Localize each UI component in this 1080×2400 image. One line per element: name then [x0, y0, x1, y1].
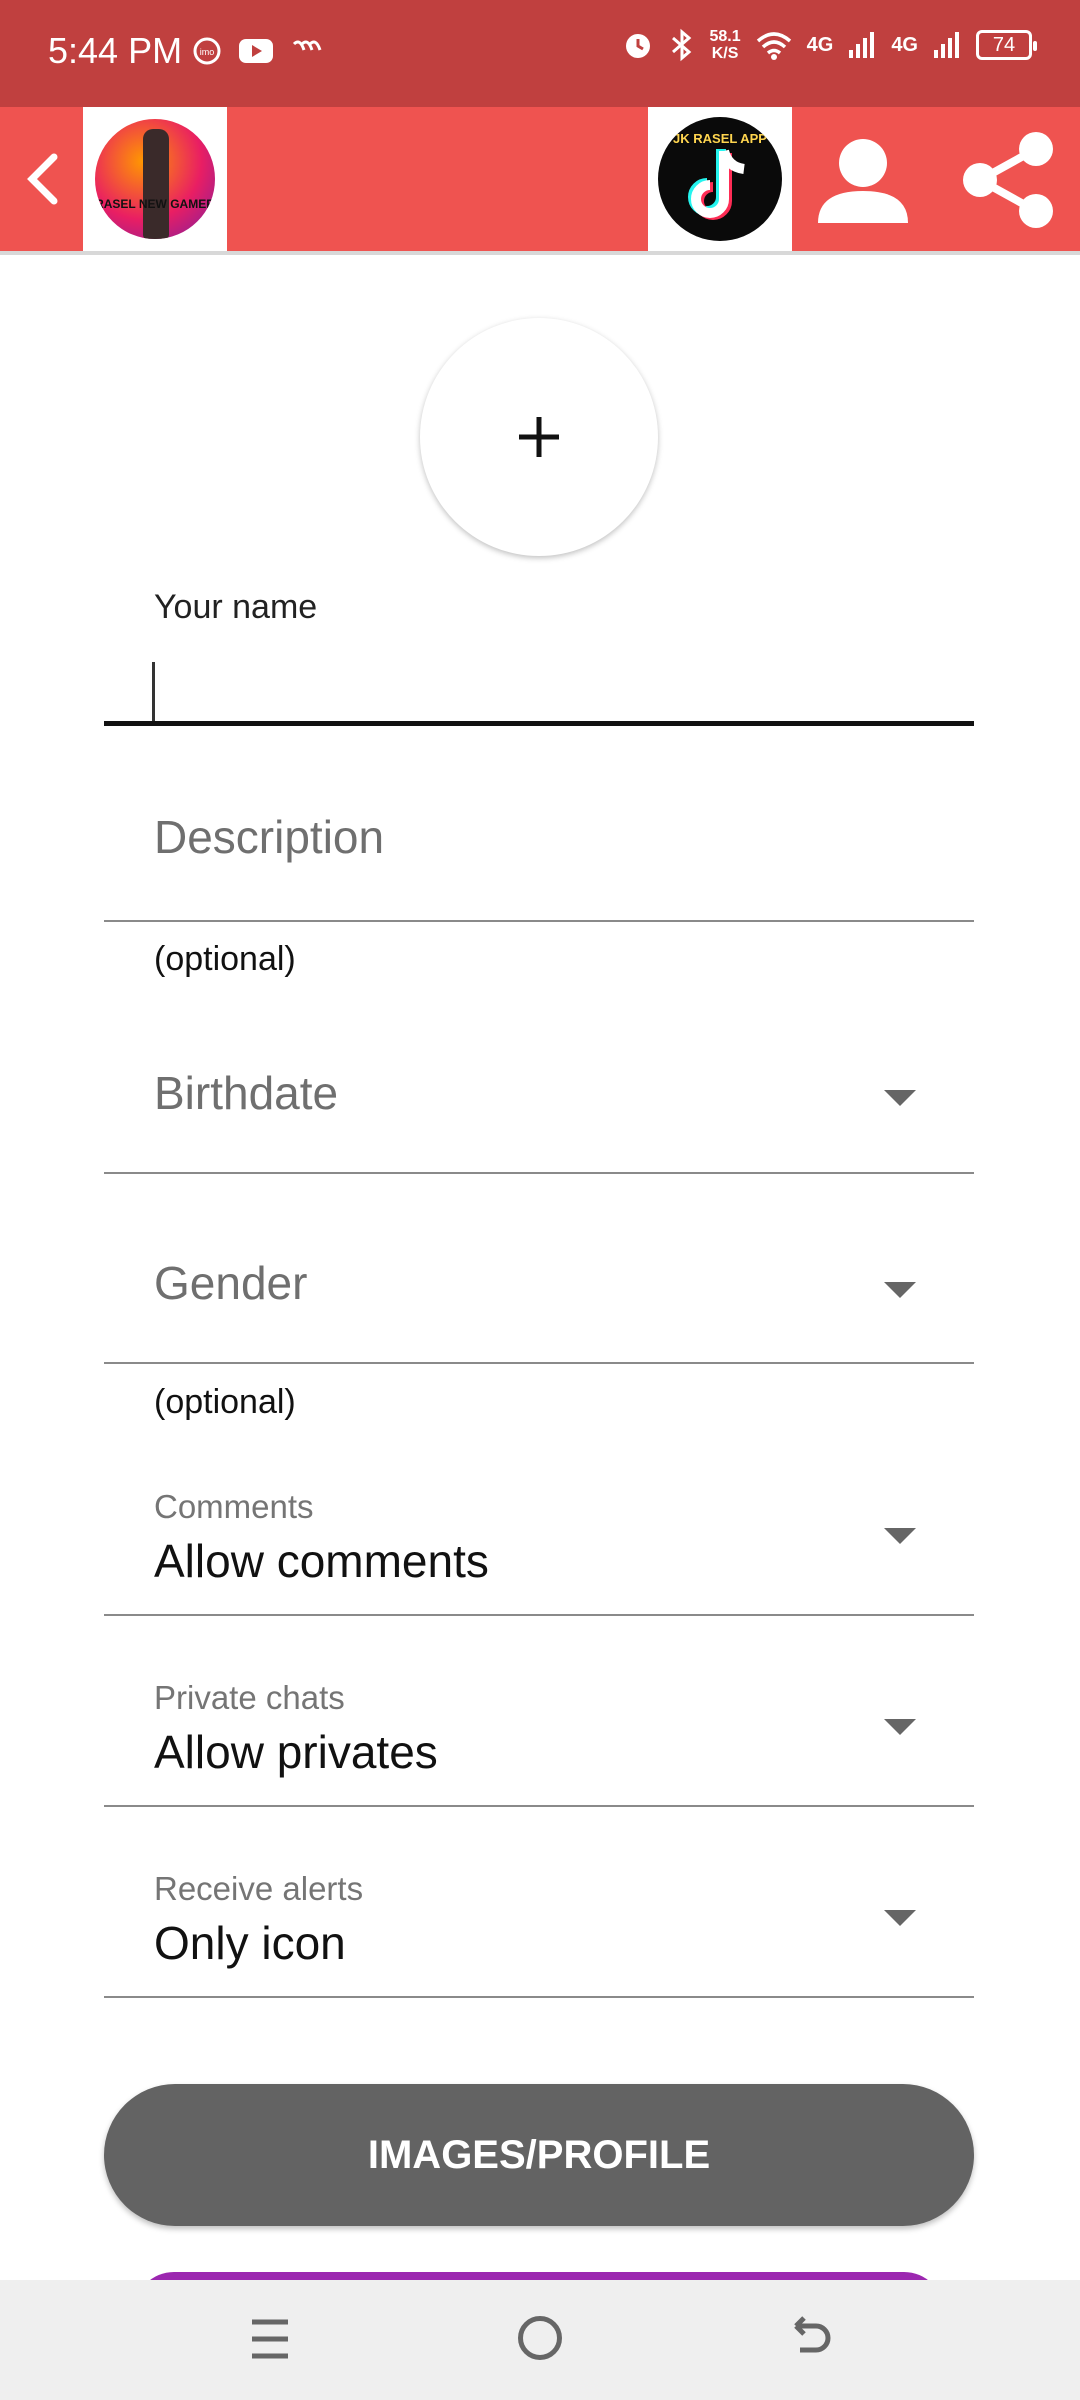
- app-header: RASEL NEW GAMER JK RASEL APP: [0, 107, 1080, 255]
- system-nav-bar: [0, 2280, 1080, 2400]
- home-icon[interactable]: [518, 2316, 562, 2360]
- avatar-figure: [143, 129, 169, 239]
- receive-alerts-label: Receive alerts: [154, 1870, 364, 1907]
- system-icons: 58.1 K/S 4G 4G 74: [621, 28, 1037, 62]
- gender-underline: [104, 1362, 974, 1364]
- receive-alerts-underline: [104, 1996, 974, 1998]
- network-type-2: 4G: [891, 33, 918, 56]
- receive-alerts-value: Only icon: [154, 1917, 346, 1969]
- receive-alerts-select[interactable]: Receive alerts Only icon: [104, 1866, 974, 1998]
- network-type-1: 4G: [806, 33, 834, 56]
- birthdate-placeholder: Birthdate: [154, 1067, 339, 1119]
- status-time: 5:44 PM: [48, 30, 183, 71]
- name-label: Your name: [154, 588, 318, 626]
- images-profile-button[interactable]: IMAGES/PROFILE: [104, 2084, 974, 2226]
- avatar-caption: RASEL NEW GAMER: [95, 197, 215, 211]
- description-underline: [104, 920, 974, 922]
- gender-select[interactable]: Gender: [104, 1242, 974, 1364]
- birthdate-select[interactable]: Birthdate: [104, 1052, 974, 1174]
- description-field[interactable]: Description: [104, 800, 974, 922]
- comments-underline: [104, 1614, 974, 1616]
- tiktok-logo-button[interactable]: JK RASEL APP: [648, 107, 792, 251]
- private-chats-label: Private chats: [154, 1679, 345, 1716]
- dropdown-arrow-icon: [884, 1910, 916, 1926]
- comments-value: Allow comments: [154, 1535, 489, 1587]
- back-icon[interactable]: [784, 2312, 834, 2364]
- profile-avatar[interactable]: RASEL NEW GAMER: [83, 107, 227, 251]
- birthdate-underline: [104, 1172, 974, 1174]
- description-helper: (optional): [154, 940, 296, 978]
- dropdown-arrow-icon: [884, 1719, 916, 1735]
- share-icon[interactable]: [952, 125, 1062, 235]
- gender-placeholder: Gender: [154, 1257, 308, 1309]
- comments-select[interactable]: Comments Allow comments: [104, 1484, 974, 1616]
- gender-helper: (optional): [154, 1383, 296, 1421]
- bluetooth-icon: [672, 28, 692, 62]
- tiktok-logo: JK RASEL APP: [658, 117, 782, 241]
- name-field[interactable]: Your name: [104, 580, 974, 726]
- youtube-icon: [239, 39, 273, 63]
- private-chats-underline: [104, 1805, 974, 1807]
- alarm-icon: [626, 34, 651, 58]
- private-chats-select[interactable]: Private chats Allow privates: [104, 1675, 974, 1807]
- dropdown-arrow-icon: [884, 1528, 916, 1544]
- svg-text:imo: imo: [200, 47, 215, 57]
- notification-icons: imo: [192, 36, 324, 66]
- name-underline: [104, 721, 974, 726]
- wifi-icon: [756, 32, 791, 60]
- menu-icon[interactable]: [248, 2316, 292, 2362]
- tiktok-note-icon: [688, 149, 745, 220]
- wave-icon: [292, 40, 322, 51]
- add-photo-button[interactable]: [420, 318, 658, 556]
- imo-icon: imo: [193, 37, 221, 65]
- dropdown-arrow-icon: [884, 1282, 916, 1298]
- status-bar: 5:44 PM imo 58.1 K/S 4G 4G 74: [0, 0, 1080, 107]
- user-icon[interactable]: [808, 125, 918, 235]
- comments-label: Comments: [154, 1488, 314, 1525]
- chevron-left-icon[interactable]: [18, 149, 70, 209]
- avatar-image: RASEL NEW GAMER: [95, 119, 215, 239]
- network-speed: 58.1 K/S: [709, 28, 741, 62]
- dropdown-arrow-icon: [884, 1090, 916, 1106]
- signal-icon: [849, 32, 875, 58]
- private-chats-value: Allow privates: [154, 1726, 438, 1778]
- text-cursor: [152, 662, 155, 724]
- battery-icon: 74: [976, 30, 1037, 60]
- description-placeholder: Description: [154, 811, 385, 863]
- signal-icon: [934, 32, 959, 58]
- plus-icon: [519, 417, 559, 457]
